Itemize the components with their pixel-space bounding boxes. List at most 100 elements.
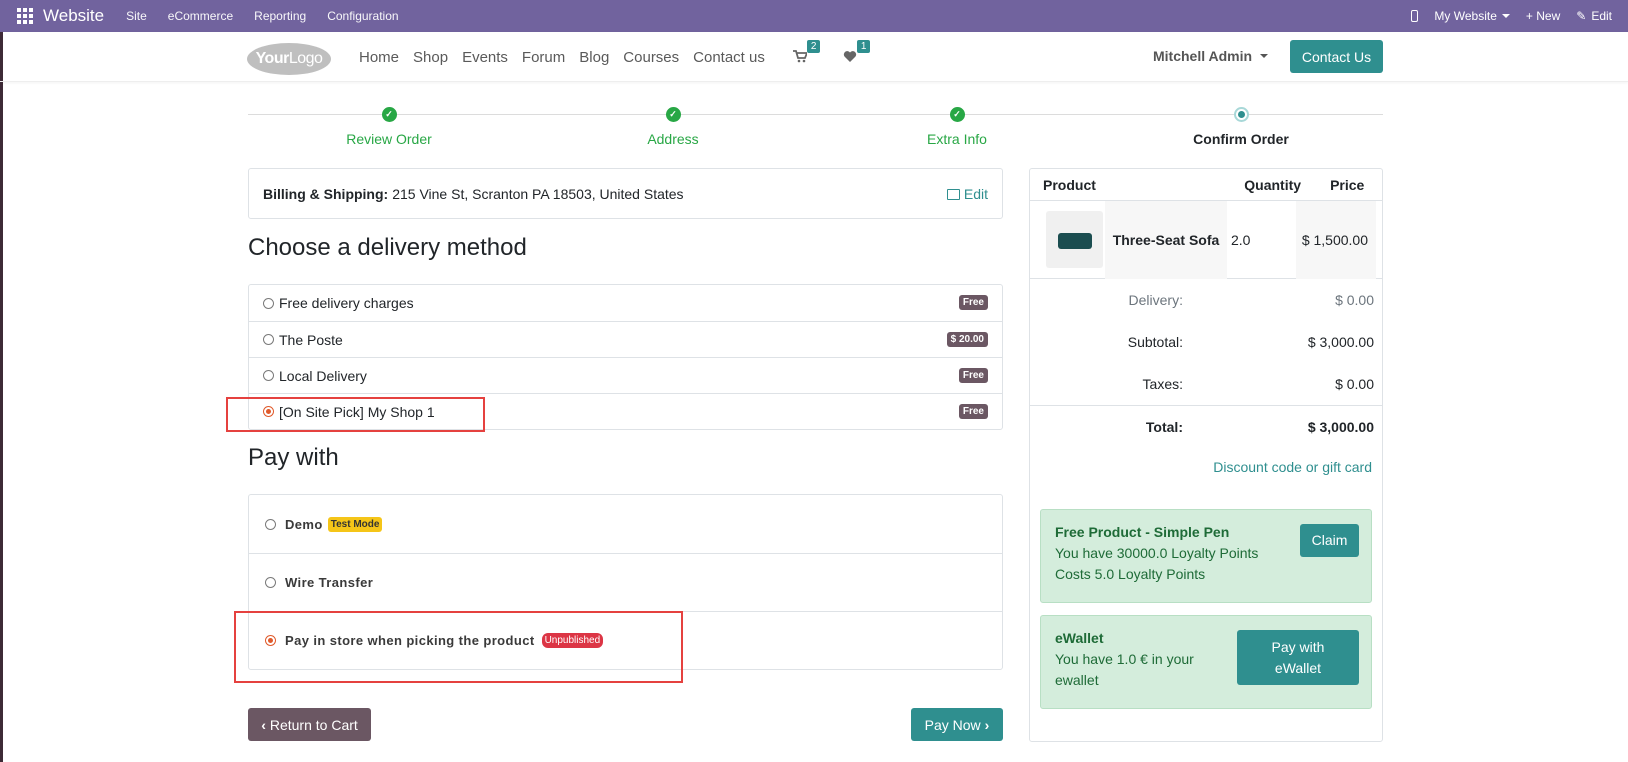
main-nav: Home Shop Events Forum Blog Courses Cont…: [359, 32, 879, 82]
claim-button[interactable]: Claim: [1300, 524, 1359, 557]
product-quantity: 2.0: [1231, 231, 1251, 248]
user-menu[interactable]: Mitchell Admin: [1153, 48, 1269, 64]
total-label: Total:: [1145, 418, 1183, 435]
nav-forum[interactable]: Forum: [522, 49, 565, 66]
order-summary: Product Quantity Price Three-Seat Sofa 2…: [1029, 168, 1383, 742]
billing-shipping-box: Billing & Shipping: 215 Vine St, Scranto…: [248, 168, 1003, 219]
step-address[interactable]: ✓ Address: [593, 104, 753, 147]
pencil-icon: ✎: [1576, 9, 1587, 23]
payment-option[interactable]: Demo Test Mode: [249, 495, 1002, 553]
nav-events[interactable]: Events: [462, 49, 508, 66]
delivery-option[interactable]: Local Delivery Free: [249, 357, 1002, 393]
mobile-phone-icon: [1411, 10, 1419, 22]
taxes-value: $ 0.00: [1335, 376, 1374, 392]
menu-ecommerce[interactable]: eCommerce: [168, 9, 233, 23]
step-extra-info[interactable]: ✓ Extra Info: [877, 104, 1037, 147]
delivery-option[interactable]: The Poste $ 20.00: [249, 321, 1002, 357]
return-to-cart-button[interactable]: ‹ Return to Cart: [248, 708, 371, 741]
mobile-preview-button[interactable]: [1411, 10, 1419, 22]
ewallet-button-line2: eWallet: [1274, 659, 1322, 676]
pay-with-ewallet-button[interactable]: Pay with eWallet: [1237, 630, 1359, 685]
check-icon: ✓: [665, 107, 681, 122]
chevron-right-icon: ›: [984, 716, 990, 733]
check-icon: ✓: [949, 107, 965, 122]
nav-shop[interactable]: Shop: [413, 49, 448, 66]
nav-courses[interactable]: Courses: [623, 49, 679, 66]
admin-top-bar: Website Site eCommerce Reporting Configu…: [0, 0, 1628, 32]
delivery-price-badge: Free: [958, 404, 988, 419]
subtotal-row: Subtotal: $ 3,000.00: [1030, 321, 1382, 363]
discount-code-link[interactable]: Discount code or gift card: [1030, 447, 1382, 487]
delivery-option-name: Local Delivery: [279, 367, 367, 384]
highlight-box-delivery: [226, 397, 485, 432]
contact-us-button[interactable]: Contact Us: [1290, 40, 1383, 73]
taxes-label: Taxes:: [1142, 376, 1183, 392]
chevron-left-icon: ‹: [261, 716, 266, 733]
app-name[interactable]: Website: [43, 6, 104, 26]
test-mode-badge: Test Mode: [327, 516, 383, 532]
cart-link[interactable]: 2: [792, 40, 821, 64]
radio-button[interactable]: [263, 370, 274, 381]
free-product-reward: Free Product - Simple Pen You have 30000…: [1040, 509, 1372, 603]
payment-option-name: Wire Transfer: [285, 575, 374, 590]
col-quantity: Quantity: [1244, 176, 1302, 193]
ewallet-reward: eWallet You have 1.0 € in your ewallet P…: [1040, 615, 1372, 709]
cart-icon: [792, 50, 809, 63]
product-price: $ 1,500.00: [1296, 200, 1376, 279]
wishlist-link[interactable]: 1: [843, 40, 871, 64]
edit-button-label: Edit: [1591, 9, 1612, 23]
subtotal-value: $ 3,000.00: [1307, 334, 1374, 350]
menu-configuration[interactable]: Configuration: [327, 9, 398, 23]
cart-count-badge: 2: [806, 40, 821, 53]
reward-cost: Costs 5.0 Loyalty Points: [1055, 566, 1206, 582]
site-header: Your Logo Home Shop Events Forum Blog Cou…: [0, 32, 1628, 82]
radio-button[interactable]: [263, 297, 274, 309]
nav-home[interactable]: Home: [359, 49, 399, 66]
menu-reporting[interactable]: Reporting: [254, 9, 306, 23]
nav-blog[interactable]: Blog: [579, 49, 609, 66]
user-name: Mitchell Admin: [1153, 48, 1253, 64]
new-button[interactable]: + New: [1526, 9, 1560, 23]
total-value: $ 3,000.00: [1307, 418, 1374, 435]
check-icon: ✓: [381, 107, 397, 122]
col-product: Product: [1043, 176, 1096, 193]
delivery-price-badge: $ 20.00: [946, 332, 988, 347]
product-row: Three-Seat Sofa 2.0 $ 1,500.00: [1030, 200, 1382, 279]
window-edge: [0, 0, 3, 762]
radio-button[interactable]: [263, 334, 274, 345]
website-selector[interactable]: My Website: [1434, 9, 1510, 23]
product-image: [1046, 211, 1103, 268]
highlight-box-payment: [234, 611, 683, 683]
delivery-heading: Choose a delivery method: [248, 234, 527, 261]
radio-button[interactable]: [265, 518, 276, 530]
heart-icon: [843, 51, 857, 62]
edit-address-link[interactable]: Edit: [946, 186, 988, 202]
step-label: Extra Info: [927, 131, 987, 147]
checkout-progress: ✓ Review Order ✓ Address ✓ Extra Info Co…: [248, 104, 1383, 154]
logo-text: Logo: [288, 50, 323, 67]
taxes-row: Taxes: $ 0.00: [1030, 363, 1382, 405]
payment-heading: Pay with: [248, 444, 339, 471]
current-step-icon: [1233, 107, 1249, 122]
billing-label: Billing & Shipping:: [263, 185, 389, 202]
logo-text-bold: Your: [255, 50, 290, 67]
nav-contact-us[interactable]: Contact us: [693, 49, 765, 66]
step-confirm-order: Confirm Order: [1161, 104, 1321, 147]
delivery-price-badge: Free: [958, 295, 988, 310]
step-label: Confirm Order: [1193, 131, 1289, 147]
caret-down-icon: [1260, 54, 1269, 58]
delivery-price-badge: Free: [958, 368, 988, 383]
step-review-order[interactable]: ✓ Review Order: [309, 104, 469, 147]
return-to-cart-label: Return to Cart: [269, 716, 358, 733]
website-selector-label: My Website: [1434, 9, 1497, 23]
menu-site[interactable]: Site: [126, 9, 147, 23]
site-logo[interactable]: Your Logo: [247, 43, 331, 75]
apps-grid-icon[interactable]: [17, 8, 33, 24]
summary-header: Product Quantity Price: [1030, 169, 1382, 201]
payment-option[interactable]: Wire Transfer: [249, 553, 1002, 611]
pay-now-button[interactable]: Pay Now ›: [911, 708, 1003, 741]
radio-button[interactable]: [265, 577, 276, 588]
edit-button[interactable]: ✎ Edit: [1576, 9, 1612, 23]
delivery-option[interactable]: Free delivery charges Free: [249, 285, 1002, 321]
wishlist-count-badge: 1: [856, 40, 871, 53]
